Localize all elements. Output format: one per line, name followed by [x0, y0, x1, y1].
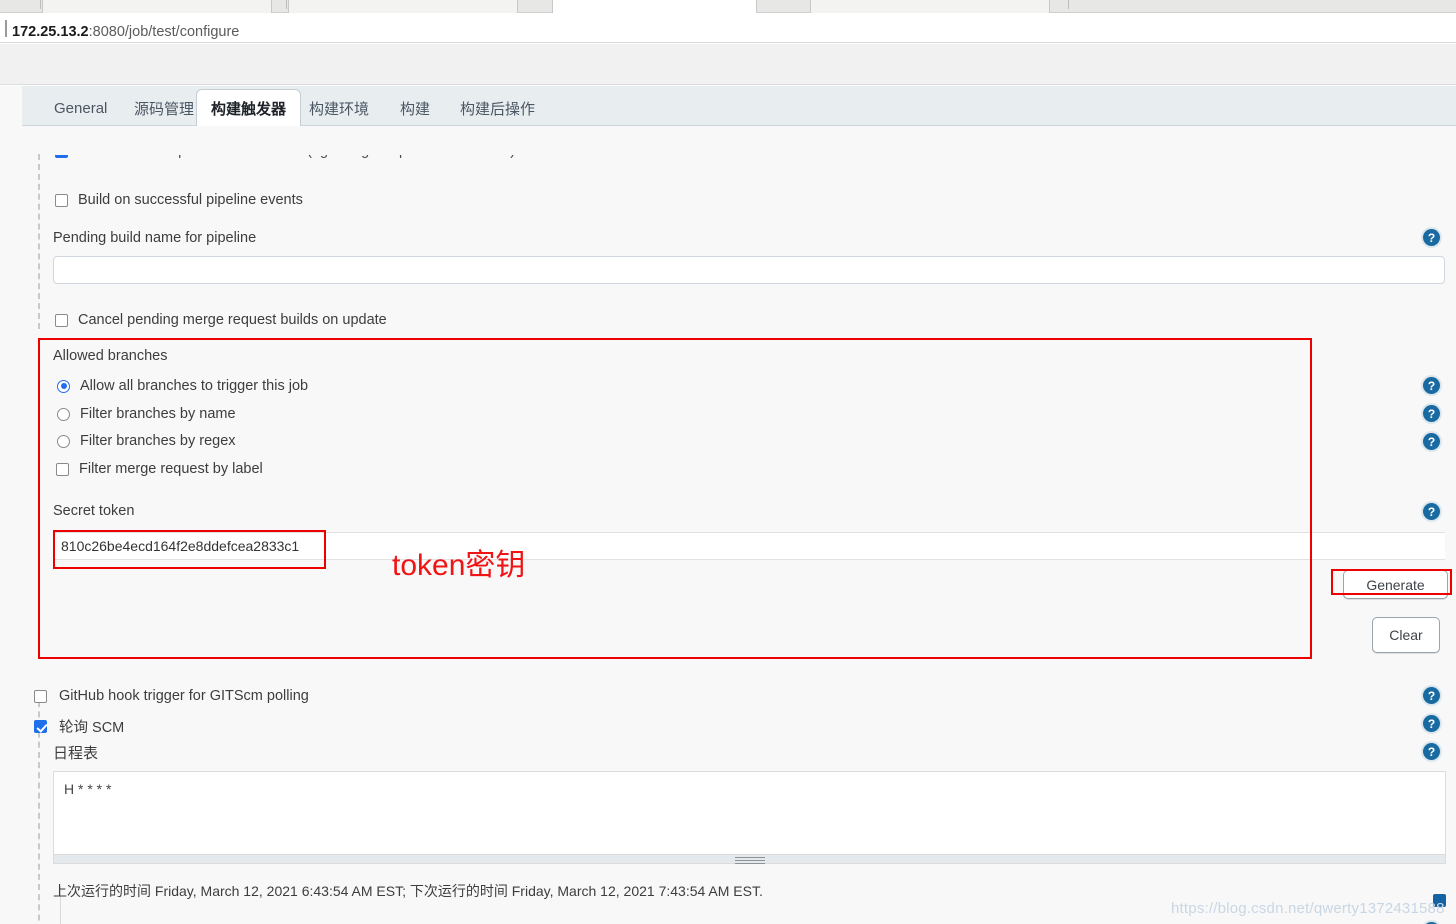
- build-on-successful-pipeline-checkbox[interactable]: [55, 193, 68, 207]
- browser-tab-separator: [1068, 0, 1069, 9]
- help-icon-filter-by-regex[interactable]: ?: [1423, 405, 1440, 422]
- tab-post-build-actions-label: 构建后操作: [460, 100, 536, 118]
- tab-build-triggers-label: 构建触发器: [211, 100, 287, 118]
- tab-general[interactable]: General: [40, 90, 121, 126]
- jenkins-configure-page: General 源码管理 构建触发器 构建环境 构建 构建后操作 Build o…: [0, 86, 1456, 924]
- clear-token-label: Clear: [1389, 627, 1423, 643]
- filter-branches-by-name-label: Filter branches by name: [80, 406, 236, 422]
- tab-general-label: General: [54, 99, 108, 117]
- allow-all-branches-radio[interactable]: [57, 379, 70, 393]
- cancel-pending-merge-row[interactable]: Cancel pending merge request builds on u…: [55, 312, 387, 328]
- address-bar-url: 172.25.13.2:8080/job/test/configure: [12, 24, 239, 40]
- browser-tab-active[interactable]: [552, 0, 757, 13]
- help-icon-glyph: ?: [1427, 688, 1436, 703]
- help-icon-secret-token[interactable]: ?: [1423, 503, 1440, 520]
- build-on-successful-pipeline-row[interactable]: Build on successful pipeline events: [55, 192, 303, 208]
- browser-tab-2[interactable]: [288, 0, 518, 13]
- filter-merge-request-by-label-checkbox[interactable]: [56, 462, 69, 476]
- screenshot-root: 172.25.13.2:8080/job/test/configure Gene…: [0, 0, 1456, 924]
- set-build-description-checkbox[interactable]: [55, 155, 68, 158]
- filter-branches-by-regex-label: Filter branches by regex: [80, 433, 236, 449]
- tab-source-management[interactable]: 源码管理: [120, 90, 208, 126]
- tab-build-environment[interactable]: 构建环境: [295, 90, 383, 126]
- tab-build-environment-label: 构建环境: [309, 100, 370, 118]
- tab-build-label: 构建: [400, 100, 431, 118]
- set-build-description-row[interactable]: Set build description to build cause (eg…: [55, 155, 955, 165]
- poll-scm-label: 轮询 SCM: [59, 720, 125, 736]
- build-triggers-form: Set build description to build cause (eg…: [0, 126, 1456, 924]
- pending-build-name-input[interactable]: [53, 256, 1445, 284]
- help-icon-schedule[interactable]: ?: [1423, 743, 1440, 760]
- help-icon-glyph: ?: [1427, 406, 1436, 421]
- tab-build-triggers[interactable]: 构建触发器: [196, 89, 302, 127]
- address-bar-host: 172.25.13.2: [12, 24, 89, 40]
- help-icon-glyph: ?: [1427, 716, 1436, 731]
- browser-tab-strip[interactable]: [0, 0, 1456, 13]
- tab-build[interactable]: 构建: [386, 90, 444, 126]
- help-icon-glyph: ?: [1427, 230, 1436, 245]
- cancel-pending-merge-checkbox[interactable]: [55, 313, 68, 327]
- generate-token-button[interactable]: Generate: [1343, 570, 1448, 599]
- help-icon-pending-build-name[interactable]: ?: [1423, 229, 1440, 246]
- help-icon-poll-scm[interactable]: ?: [1423, 715, 1440, 732]
- allow-all-branches-label: Allow all branches to trigger this job: [80, 378, 309, 394]
- help-icon-glyph: ?: [1427, 504, 1436, 519]
- schedule-label: 日程表: [53, 745, 99, 762]
- config-tab-bar[interactable]: General 源码管理 构建触发器 构建环境 构建 构建后操作: [22, 86, 1456, 127]
- schedule-textarea-resize-grip[interactable]: [735, 857, 765, 864]
- github-hook-trigger-label: GitHub hook trigger for GITScm polling: [59, 688, 309, 704]
- secret-token-label: Secret token: [53, 503, 135, 519]
- filter-branches-by-name-radio[interactable]: [57, 407, 70, 421]
- watermark-text: https://blog.csdn.net/qwerty1372431588: [1171, 900, 1445, 917]
- filter-merge-request-by-label-label: Filter merge request by label: [79, 461, 263, 477]
- browser-tab-1[interactable]: [42, 0, 272, 13]
- filter-merge-request-by-label-row[interactable]: Filter merge request by label: [56, 461, 263, 477]
- clear-token-button[interactable]: Clear: [1372, 617, 1440, 653]
- allow-all-branches-row[interactable]: Allow all branches to trigger this job: [57, 378, 308, 394]
- github-hook-trigger-row[interactable]: GitHub hook trigger for GITScm polling: [34, 688, 309, 704]
- section-guide-line: [38, 154, 40, 329]
- filter-branches-by-name-row[interactable]: Filter branches by name: [57, 406, 236, 422]
- allowed-branches-legend: Allowed branches: [53, 348, 168, 364]
- help-icon-github-hook-trigger[interactable]: ?: [1423, 687, 1440, 704]
- help-icon-filter-by-name[interactable]: ?: [1423, 377, 1440, 394]
- filter-branches-by-regex-radio[interactable]: [57, 434, 70, 448]
- pending-build-name-label: Pending build name for pipeline: [53, 230, 257, 246]
- browser-chrome-gap: [0, 44, 1456, 85]
- address-bar-path: :8080/job/test/configure: [88, 24, 240, 40]
- set-build-description-label: Set build description to build cause (eg…: [79, 155, 515, 159]
- help-icon-glyph: ?: [1427, 378, 1436, 393]
- browser-address-bar[interactable]: 172.25.13.2:8080/job/test/configure: [0, 13, 1456, 43]
- browser-tab-4[interactable]: [810, 0, 1050, 13]
- tab-source-management-label: 源码管理: [134, 100, 195, 118]
- help-icon-glyph: ?: [1427, 744, 1436, 759]
- github-hook-trigger-checkbox[interactable]: [34, 689, 47, 703]
- generate-token-label: Generate: [1366, 576, 1425, 593]
- address-bar-caret: [5, 20, 7, 37]
- help-icon-glyph: ?: [1427, 434, 1436, 449]
- poll-scm-row[interactable]: 轮询 SCM: [34, 716, 124, 737]
- browser-tab-separator: [286, 0, 287, 9]
- annotation-text-token-note: token密钥: [392, 549, 526, 582]
- secret-token-input[interactable]: [53, 532, 1445, 560]
- schedule-status-text: 上次运行的时间 Friday, March 12, 2021 6:43:54 A…: [53, 883, 763, 899]
- build-on-successful-pipeline-label: Build on successful pipeline events: [78, 192, 303, 208]
- filter-branches-by-regex-row[interactable]: Filter branches by regex: [57, 433, 236, 449]
- help-icon-filter-merge-request[interactable]: ?: [1423, 433, 1440, 450]
- tab-post-build-actions[interactable]: 构建后操作: [446, 90, 549, 126]
- cancel-pending-merge-label: Cancel pending merge request builds on u…: [78, 312, 387, 328]
- poll-scm-checkbox[interactable]: [34, 720, 47, 733]
- browser-tab-separator: [40, 0, 41, 9]
- schedule-textarea[interactable]: H * * * *: [53, 771, 1446, 855]
